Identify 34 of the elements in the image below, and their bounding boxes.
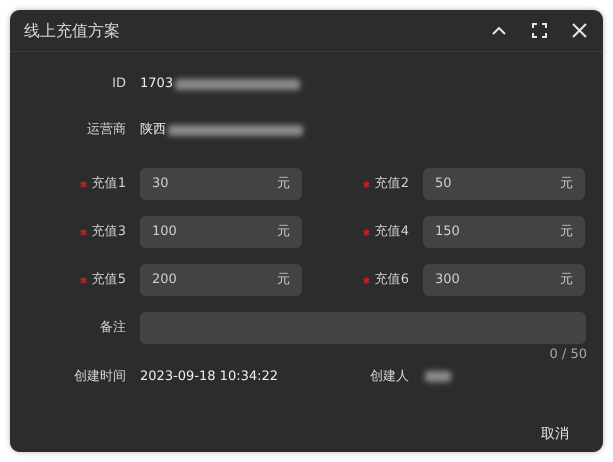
- field-label: 创建人: [370, 368, 409, 386]
- unit-label: 元: [277, 175, 290, 194]
- amount-field[interactable]: 200 元: [140, 264, 302, 296]
- field-label: 充值4: [374, 223, 409, 242]
- chevron-up-icon: [492, 26, 506, 35]
- unit-label: 元: [560, 175, 573, 194]
- field-value: 2023-09-18 10:34:22: [140, 368, 278, 386]
- field-label: 充值1: [92, 175, 126, 194]
- character-counter: 0 / 50: [550, 346, 587, 364]
- note-field[interactable]: [140, 312, 586, 344]
- amount-field[interactable]: 50 元: [423, 168, 585, 200]
- field-label: ID: [112, 75, 126, 94]
- amount-field[interactable]: 100 元: [140, 216, 302, 248]
- field-label: 创建时间: [74, 368, 126, 386]
- field-label: 充值2: [374, 175, 409, 194]
- fullscreen-button[interactable]: [529, 20, 549, 40]
- field-value: 陕西: [140, 121, 166, 140]
- unit-label: 元: [277, 223, 290, 242]
- amount-field[interactable]: 300 元: [423, 264, 585, 296]
- field-label: 充值6: [374, 271, 409, 290]
- field-label: 充值5: [92, 271, 126, 290]
- close-icon: [572, 23, 586, 38]
- window-title: 线上充值方案: [24, 20, 120, 42]
- cancel-button[interactable]: 取消: [533, 420, 577, 449]
- unit-label: 元: [560, 271, 573, 290]
- field-value: 1703: [140, 75, 174, 94]
- unit-label: 元: [560, 223, 573, 242]
- unit-label: 元: [277, 271, 290, 290]
- amount-field[interactable]: 30 元: [140, 168, 302, 200]
- amount-field[interactable]: 150 元: [423, 216, 585, 248]
- field-label: 备注: [100, 319, 126, 338]
- fullscreen-icon: [532, 23, 546, 38]
- field-label: 充值3: [92, 223, 126, 242]
- field-label: 运营商: [87, 121, 126, 140]
